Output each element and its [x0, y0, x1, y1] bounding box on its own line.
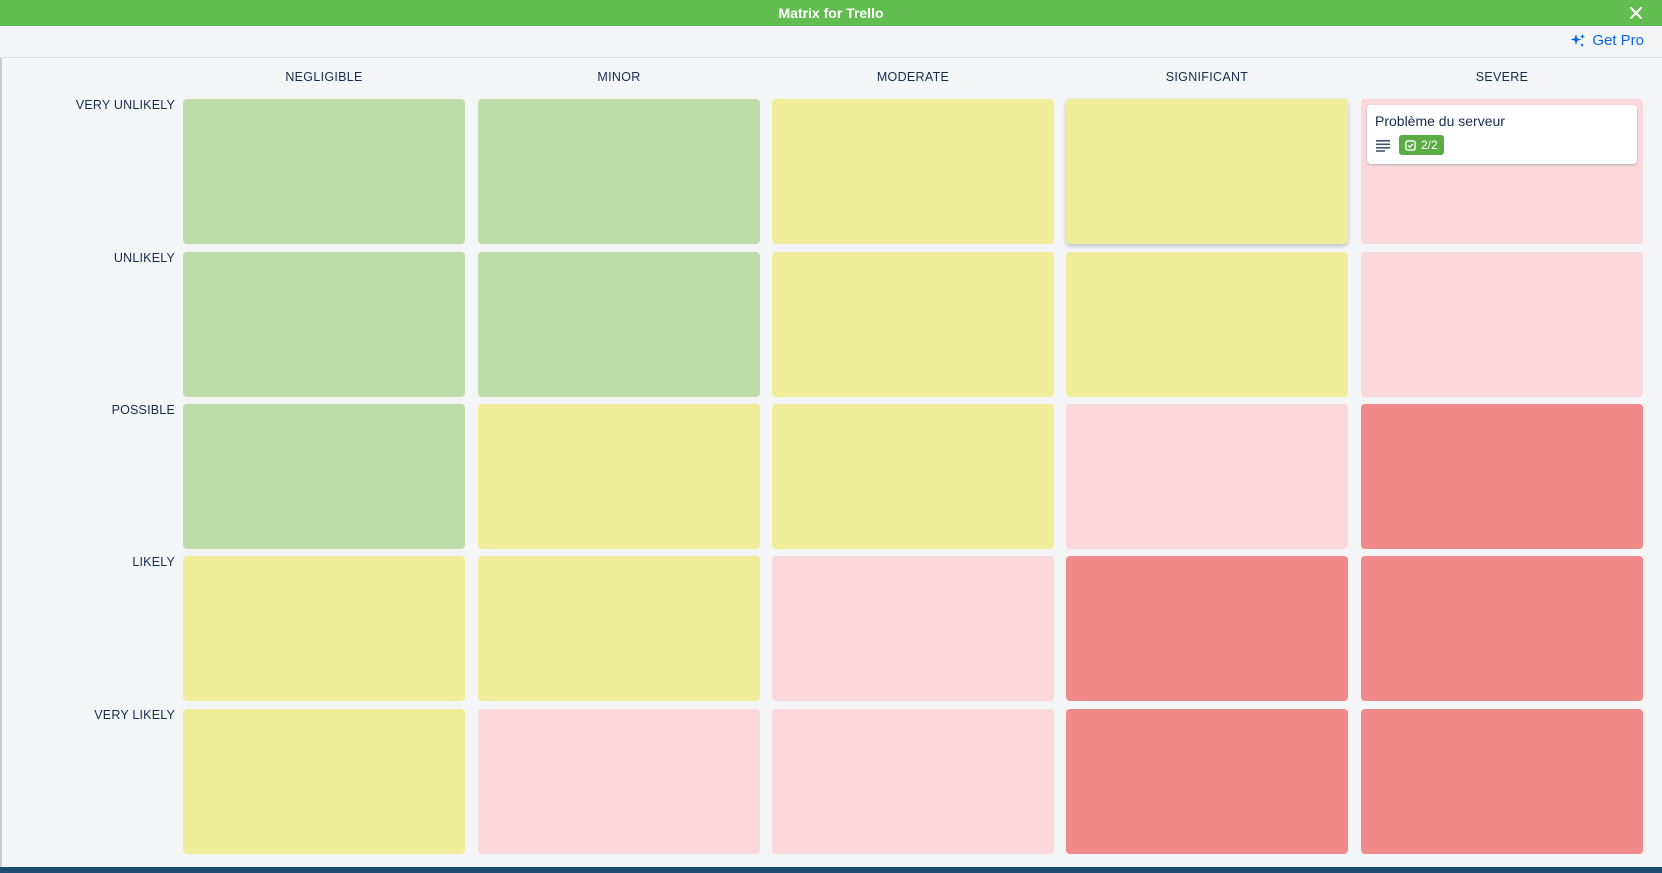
matrix-cell[interactable]: [478, 709, 760, 854]
risk-matrix: NEGLIGIBLE MINOR MODERATE SIGNIFICANT SE…: [0, 58, 1662, 867]
matrix-cell[interactable]: Problème du serveur 2/2: [1361, 99, 1643, 244]
close-icon[interactable]: [1626, 3, 1646, 23]
sparkle-icon: [1570, 33, 1586, 47]
matrix-cell[interactable]: [183, 252, 465, 397]
matrix-cell[interactable]: [772, 404, 1054, 549]
matrix-cell[interactable]: [1361, 404, 1643, 549]
matrix-cell[interactable]: [478, 99, 760, 244]
get-pro-label: Get Pro: [1592, 32, 1644, 49]
bottom-border: [0, 867, 1662, 873]
checklist-icon: [1405, 139, 1416, 151]
matrix-cell[interactable]: [478, 404, 760, 549]
trello-card[interactable]: Problème du serveur 2/2: [1367, 105, 1637, 164]
column-header-severe: SEVERE: [1475, 70, 1529, 84]
title-bar: Matrix for Trello: [0, 0, 1662, 26]
checklist-count: 2/2: [1421, 138, 1438, 152]
matrix-cell[interactable]: [772, 709, 1054, 854]
card-badges: 2/2: [1375, 135, 1629, 155]
matrix-cell[interactable]: [1361, 556, 1643, 701]
column-header-moderate: MODERATE: [876, 70, 950, 84]
description-icon: [1376, 140, 1390, 152]
matrix-cell[interactable]: [183, 404, 465, 549]
column-header-minor: MINOR: [597, 70, 641, 84]
row-header-very-likely: VERY LIKELY: [94, 708, 175, 722]
row-header-likely: LIKELY: [132, 555, 175, 569]
matrix-cell[interactable]: [1066, 252, 1348, 397]
matrix-cell[interactable]: [1066, 556, 1348, 701]
row-header-possible: POSSIBLE: [111, 403, 175, 417]
matrix-cell[interactable]: [772, 252, 1054, 397]
matrix-cell[interactable]: [478, 252, 760, 397]
matrix-cell[interactable]: [478, 556, 760, 701]
matrix-cell[interactable]: [183, 556, 465, 701]
matrix-cell[interactable]: [772, 99, 1054, 244]
column-header-negligible: NEGLIGIBLE: [285, 70, 363, 84]
matrix-cell[interactable]: [1066, 404, 1348, 549]
window-title: Matrix for Trello: [778, 5, 884, 21]
matrix-cell[interactable]: [1066, 99, 1348, 244]
row-header-very-unlikely: VERY UNLIKELY: [75, 98, 175, 112]
checklist-badge: 2/2: [1399, 135, 1444, 155]
matrix-cell[interactable]: [183, 709, 465, 854]
get-pro-button[interactable]: Get Pro: [1570, 32, 1644, 49]
matrix-cell[interactable]: [1066, 709, 1348, 854]
toolbar: Get Pro: [0, 26, 1662, 58]
matrix-cell[interactable]: [1361, 709, 1643, 854]
row-header-unlikely: UNLIKELY: [113, 251, 175, 265]
card-title: Problème du serveur: [1375, 113, 1505, 129]
matrix-cell[interactable]: [772, 556, 1054, 701]
matrix-cell[interactable]: [183, 99, 465, 244]
column-header-significant: SIGNIFICANT: [1165, 70, 1249, 84]
matrix-cell[interactable]: [1361, 252, 1643, 397]
